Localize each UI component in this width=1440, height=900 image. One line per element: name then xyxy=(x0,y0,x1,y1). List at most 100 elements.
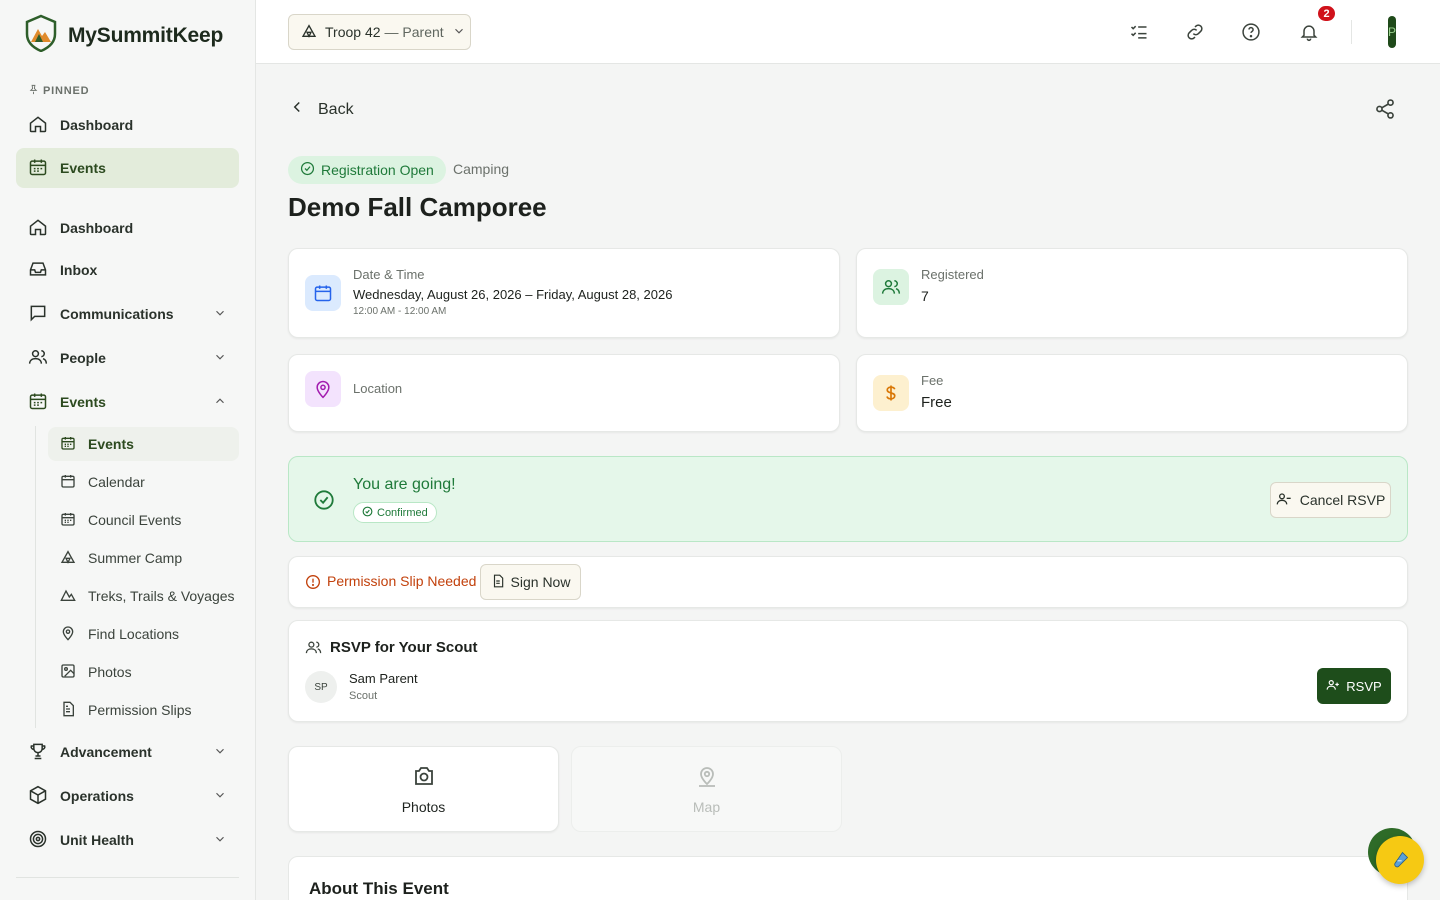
rsvp-button[interactable]: RSVP xyxy=(1317,668,1391,704)
subnav-label: Summer Camp xyxy=(88,550,183,566)
mountain-icon xyxy=(60,587,76,606)
map-pin-user-icon xyxy=(695,764,719,791)
nav-label: Events xyxy=(60,394,106,410)
calendar-icon xyxy=(305,275,341,311)
bell-icon[interactable] xyxy=(1297,20,1321,44)
test-tube-icon[interactable] xyxy=(1376,836,1424,884)
sidebar-item-unit-health[interactable]: Unit Health xyxy=(16,820,239,860)
box-icon xyxy=(28,785,48,808)
sidebar-subitem-calendar[interactable]: Calendar xyxy=(48,465,239,499)
people-icon xyxy=(873,269,909,305)
sidebar-item-operations[interactable]: Operations xyxy=(16,776,239,816)
checklist-icon[interactable] xyxy=(1127,20,1151,44)
photos-tile-label: Photos xyxy=(401,798,446,815)
chevron-down-icon xyxy=(213,350,227,367)
back-button[interactable]: Back xyxy=(288,98,354,121)
sidebar-item-dashboard[interactable]: Dashboard xyxy=(16,208,239,248)
chevron-down-icon xyxy=(452,24,466,41)
home-icon xyxy=(28,114,48,137)
nav-label: Events xyxy=(60,160,106,176)
confirmed-label: Confirmed xyxy=(377,506,428,519)
chevron-down-icon xyxy=(213,788,227,805)
document-icon xyxy=(60,701,76,720)
sidebar-subitem-treks[interactable]: Treks, Trails & Voyages xyxy=(48,579,239,613)
camera-icon xyxy=(412,764,436,791)
map-tile[interactable]: Map xyxy=(571,746,842,832)
help-icon[interactable] xyxy=(1239,20,1263,44)
scout-name: Sam Parent xyxy=(349,671,418,686)
troop-role-selector[interactable]: Troop 42 — Parent xyxy=(288,14,471,50)
nav-label: Inbox xyxy=(60,262,98,278)
permission-slip-card: Permission Slip Needed Sign Now xyxy=(288,556,1408,608)
nav-label: Dashboard xyxy=(60,220,134,236)
calendar-icon xyxy=(60,473,76,492)
pinned-label-text: PINNED xyxy=(43,85,90,97)
datetime-times: 12:00 AM - 12:00 AM xyxy=(353,306,447,317)
people-icon xyxy=(28,347,48,370)
status-badge-label: Registration Open xyxy=(321,162,434,178)
share-icon[interactable] xyxy=(1374,98,1398,122)
registered-label: Registered xyxy=(921,267,984,282)
calendar-icon xyxy=(60,435,76,454)
sidebar-subitem-photos[interactable]: Photos xyxy=(48,655,239,689)
map-pin-icon xyxy=(60,625,76,644)
brand-name: MySummitKeep xyxy=(68,23,224,47)
image-icon xyxy=(60,663,76,682)
pinned-item-dashboard[interactable]: Dashboard xyxy=(16,105,239,145)
tent-icon xyxy=(60,549,76,568)
link-icon[interactable] xyxy=(1183,20,1207,44)
subnav-label: Treks, Trails & Voyages xyxy=(88,588,235,604)
cancel-rsvp-button[interactable]: Cancel RSVP xyxy=(1270,482,1391,518)
photos-tile[interactable]: Photos xyxy=(288,746,559,832)
sidebar-item-inbox[interactable]: Inbox xyxy=(16,250,239,290)
sidebar-item-communications[interactable]: Communications xyxy=(16,294,239,334)
going-title: You are going! xyxy=(353,476,456,493)
pin-icon xyxy=(28,84,39,98)
user-plus-icon xyxy=(1326,678,1340,695)
pinned-item-events[interactable]: Events xyxy=(16,148,239,188)
target-icon xyxy=(28,829,48,852)
subnav-label: Council Events xyxy=(88,512,182,528)
sidebar-item-people[interactable]: People xyxy=(16,338,239,378)
sidebar-item-advancement[interactable]: Advancement xyxy=(16,732,239,772)
location-card: Location xyxy=(288,354,840,432)
page-title: Demo Fall Camporee xyxy=(288,192,547,222)
sign-now-button[interactable]: Sign Now xyxy=(480,564,581,600)
chevron-down-icon xyxy=(213,832,227,849)
user-minus-icon xyxy=(1276,491,1292,510)
notification-badge: 2 xyxy=(1316,4,1337,23)
rsvp-status-banner: You are going! Confirmed Cancel RSVP xyxy=(288,456,1408,542)
map-tile-label: Map xyxy=(692,798,721,815)
nav-label: Unit Health xyxy=(60,832,134,848)
about-title: About This Event xyxy=(309,879,449,898)
fee-label: Fee xyxy=(921,373,944,388)
avatar: SP xyxy=(305,671,337,703)
check-circle-icon xyxy=(313,489,335,516)
datetime-dates: Wednesday, August 26, 2026 – Friday, Aug… xyxy=(353,287,673,302)
calendar-icon xyxy=(60,511,76,530)
sidebar-subitem-find-locations[interactable]: Find Locations xyxy=(48,617,239,651)
check-circle-icon xyxy=(362,506,373,520)
trophy-icon xyxy=(28,741,48,764)
registered-card: Registered 7 xyxy=(856,248,1408,338)
sidebar-subitem-council-events[interactable]: Council Events xyxy=(48,503,239,537)
cancel-rsvp-label: Cancel RSVP xyxy=(1299,492,1386,508)
fee-value: Free xyxy=(921,394,952,411)
sidebar-subitem-permission-slips[interactable]: Permission Slips xyxy=(48,693,239,727)
sidebar-subitem-summer-camp[interactable]: Summer Camp xyxy=(48,541,239,575)
calendar-icon xyxy=(28,157,48,180)
user-avatar[interactable]: P xyxy=(1388,16,1396,48)
brand[interactable]: MySummitKeep xyxy=(24,14,223,57)
tent-icon xyxy=(301,23,317,42)
troop-role: — Parent xyxy=(384,24,444,40)
chevron-down-icon xyxy=(213,306,227,323)
nav-label: Communications xyxy=(60,306,174,322)
about-card: About This Event xyxy=(288,856,1408,900)
sidebar-subitem-events[interactable]: Events xyxy=(48,427,239,461)
sidebar-item-events[interactable]: Events xyxy=(16,382,239,422)
logo-icon xyxy=(24,14,58,57)
document-icon xyxy=(491,574,505,591)
subnav-label: Find Locations xyxy=(88,626,180,642)
confirmed-badge: Confirmed xyxy=(353,502,437,523)
nav-label: Operations xyxy=(60,788,134,804)
